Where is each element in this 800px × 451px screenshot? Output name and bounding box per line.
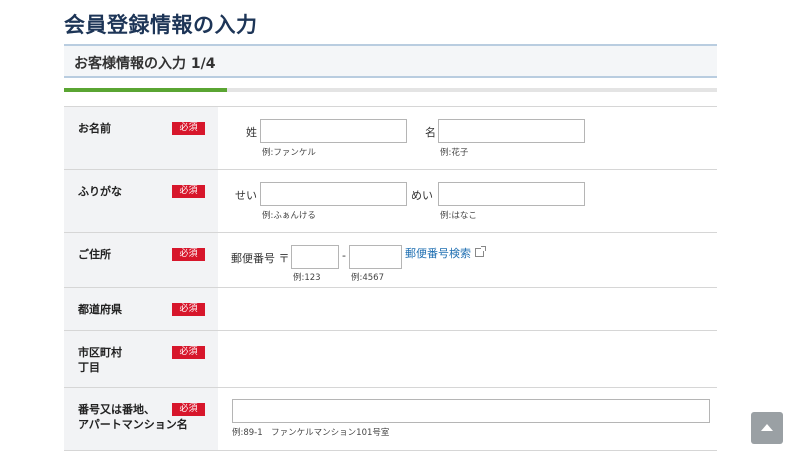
postal-code-first-input[interactable] [291, 245, 339, 269]
field-cell [218, 288, 717, 330]
postal-code-first-hint: 例:123 [293, 273, 321, 283]
required-badge: 必須 [172, 303, 205, 316]
scroll-to-top-button[interactable] [751, 412, 783, 444]
label-cell: ご住所 必須 [64, 233, 218, 287]
postal-code-dash: - [342, 249, 346, 262]
last-kana-label: せい [235, 189, 257, 202]
field-cell: 例:89-1 ファンケルマンション101号室 [218, 388, 717, 450]
street-label-line1: 番号又は番地、 [78, 403, 155, 416]
postal-code-label: 郵便番号 〒 [231, 252, 290, 265]
page-title: 会員登録情報の入力 [64, 13, 258, 37]
form-row-kana: ふりがな 必須 せい 例:ふぁんける めい 例:はなこ [64, 170, 717, 233]
street-address-hint: 例:89-1 ファンケルマンション101号室 [232, 428, 390, 438]
customer-form: お名前 必須 姓 例:ファンケル 名 例:花子 ふりがな 必須 せい 例:ふぁん… [64, 106, 717, 451]
prefecture-label: 都道府県 [78, 303, 122, 316]
first-name-input[interactable] [438, 119, 585, 143]
first-kana-hint: 例:はなこ [440, 211, 477, 221]
address-label: ご住所 [78, 248, 111, 261]
form-row-street: 番号又は番地、 アパートマンション名 必須 例:89-1 ファンケルマンション1… [64, 388, 717, 451]
first-name-label: 名 [425, 126, 436, 139]
first-kana-input[interactable] [438, 182, 585, 206]
first-kana-label: めい [411, 189, 433, 202]
label-cell: 都道府県 必須 [64, 288, 218, 330]
last-kana-input[interactable] [260, 182, 407, 206]
arrow-up-icon [761, 424, 773, 431]
form-row-address: ご住所 必須 郵便番号 〒 例:123 - 例:4567 郵便番号検索 [64, 233, 717, 288]
city-label-line2: 丁目 [78, 361, 100, 374]
label-cell: ふりがな 必須 [64, 170, 218, 232]
progress-bar [64, 88, 717, 92]
section-header: お客様情報の入力 1/4 [64, 44, 717, 78]
progress-fill [64, 88, 228, 92]
required-badge: 必須 [172, 185, 205, 198]
last-name-input[interactable] [260, 119, 407, 143]
postal-code-search-link[interactable]: 郵便番号検索 [405, 245, 486, 261]
first-name-hint: 例:花子 [440, 148, 469, 158]
label-cell: 市区町村 丁目 必須 [64, 331, 218, 387]
postal-code-search-label: 郵便番号検索 [405, 247, 471, 260]
name-label: お名前 [78, 122, 111, 135]
field-cell: 郵便番号 〒 例:123 - 例:4567 郵便番号検索 [218, 233, 717, 287]
field-cell: 姓 例:ファンケル 名 例:花子 [218, 107, 717, 169]
form-row-city: 市区町村 丁目 必須 [64, 331, 717, 388]
last-kana-hint: 例:ふぁんける [262, 211, 316, 221]
label-cell: お名前 必須 [64, 107, 218, 169]
required-badge: 必須 [172, 248, 205, 261]
form-row-prefecture: 都道府県 必須 [64, 288, 717, 331]
last-name-hint: 例:ファンケル [262, 148, 316, 158]
last-name-label: 姓 [246, 126, 257, 139]
field-cell [218, 331, 717, 387]
required-badge: 必須 [172, 346, 205, 359]
city-label: 市区町村 丁目 [78, 345, 122, 375]
field-cell: せい 例:ふぁんける めい 例:はなこ [218, 170, 717, 232]
required-badge: 必須 [172, 403, 205, 416]
external-link-icon [475, 246, 486, 257]
label-cell: 番号又は番地、 アパートマンション名 必須 [64, 388, 218, 450]
street-address-input[interactable] [232, 399, 710, 423]
form-row-name: お名前 必須 姓 例:ファンケル 名 例:花子 [64, 107, 717, 170]
postal-code-second-hint: 例:4567 [351, 273, 384, 283]
required-badge: 必須 [172, 122, 205, 135]
street-label-line2: アパートマンション名 [78, 418, 188, 431]
city-label-line1: 市区町村 [78, 346, 122, 359]
kana-label: ふりがな [78, 185, 122, 198]
section-title: お客様情報の入力 1/4 [74, 56, 216, 72]
postal-code-second-input[interactable] [349, 245, 402, 269]
